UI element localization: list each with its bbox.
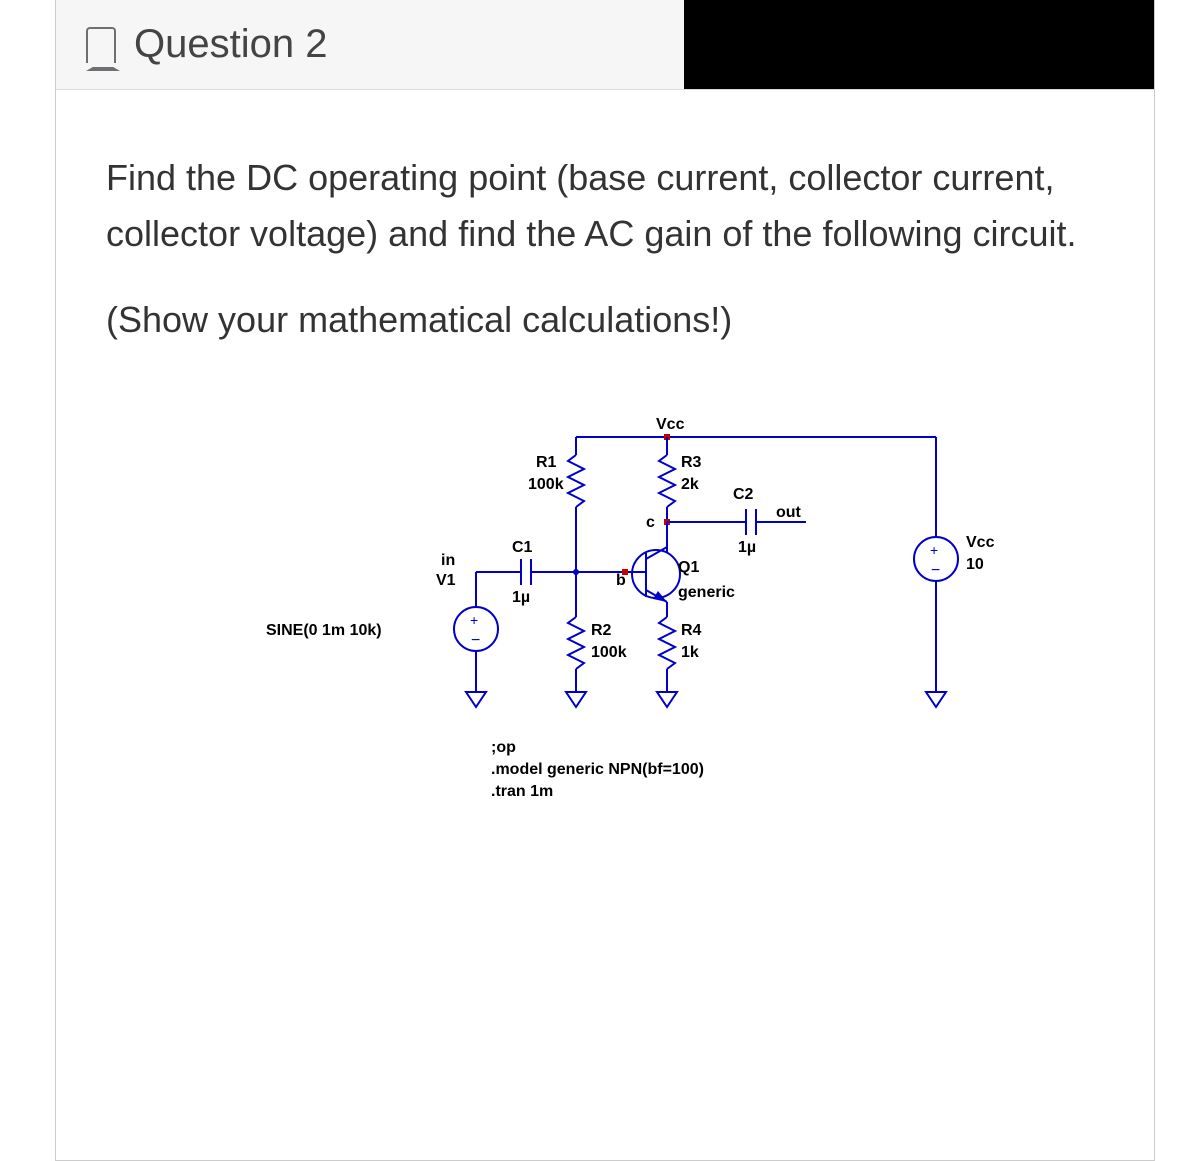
in-net: in [441, 552, 455, 569]
r1-val: 100k [528, 476, 564, 493]
question-container: Question 2 Find the DC operating point (… [55, 0, 1155, 1161]
r2-val: 100k [591, 644, 627, 661]
c2-val: 1µ [738, 539, 756, 556]
c-net: c [646, 514, 655, 531]
q1-model: generic [678, 584, 735, 601]
out-net: out [776, 504, 802, 521]
ground-icon [566, 692, 586, 707]
bookmark-icon [86, 27, 116, 63]
vcc-src-name: Vcc [966, 534, 995, 551]
svg-text:+: + [470, 612, 478, 628]
question-title: Question 2 [134, 22, 327, 67]
b-net: b [616, 572, 626, 589]
r1-name: R1 [536, 454, 557, 471]
c2-name: C2 [733, 486, 754, 503]
ground-icon [926, 692, 946, 707]
r3-name: R3 [681, 454, 702, 471]
circuit-diagram: Vcc R1 100k R3 2k c [106, 407, 1104, 832]
r4-name: R4 [681, 622, 702, 639]
c1-val: 1µ [512, 589, 530, 606]
svg-text:+: + [930, 542, 938, 558]
ground-icon [466, 692, 486, 707]
q1-name: Q1 [678, 559, 699, 576]
ground-icon [657, 692, 677, 707]
question-paragraph-1: Find the DC operating point (base curren… [106, 150, 1104, 262]
r4-val: 1k [681, 644, 699, 661]
question-header: Question 2 [56, 0, 1154, 90]
question-paragraph-2: (Show your mathematical calculations!) [106, 292, 1104, 348]
r2-name: R2 [591, 622, 612, 639]
c1-name: C1 [512, 539, 533, 556]
redaction-box [684, 0, 1154, 89]
vcc-net-label: Vcc [656, 416, 685, 433]
dir-model: .model generic NPN(bf=100) [491, 761, 704, 778]
svg-text:−: − [471, 632, 480, 649]
dir-op: ;op [491, 739, 516, 756]
v1-name: V1 [436, 572, 456, 589]
vcc-src-val: 10 [966, 556, 984, 573]
v1-sine: SINE(0 1m 10k) [266, 622, 382, 639]
question-body: Find the DC operating point (base curren… [56, 90, 1154, 862]
dir-tran: .tran 1m [491, 783, 553, 800]
circuit-svg: Vcc R1 100k R3 2k c [246, 407, 1046, 827]
svg-text:−: − [931, 562, 940, 579]
r3-val: 2k [681, 476, 699, 493]
